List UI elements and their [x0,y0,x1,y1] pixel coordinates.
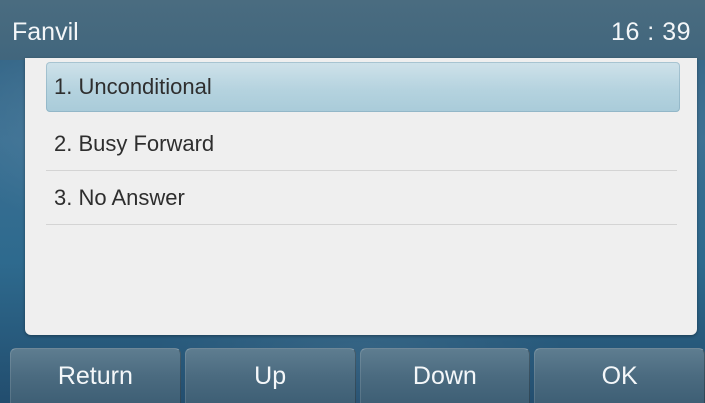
softkey-bar: Return Up Down OK [10,348,705,403]
menu-item-no-answer[interactable]: 3. No Answer [46,171,677,225]
down-softkey[interactable]: Down [359,348,531,403]
menu-item-label: 3. No Answer [54,184,185,210]
menu-item-label: 2. Busy Forward [54,130,215,156]
ok-softkey[interactable]: OK [534,348,705,403]
phone-screen: Fanvil 16 : 39 1. Unconditional 2. Busy … [0,0,705,403]
forward-menu-list: 1. Unconditional 2. Busy Forward 3. No A… [25,58,697,335]
menu-item-busy-forward[interactable]: 2. Busy Forward [46,117,677,171]
menu-item-unconditional[interactable]: 1. Unconditional [46,62,680,112]
clock: 16 : 39 [611,18,691,46]
return-softkey[interactable]: Return [10,348,181,403]
menu-item-label: 1. Unconditional [54,74,212,99]
status-bar: Fanvil 16 : 39 [0,0,705,60]
up-softkey[interactable]: Up [184,348,356,403]
brand-label: Fanvil [12,18,79,46]
